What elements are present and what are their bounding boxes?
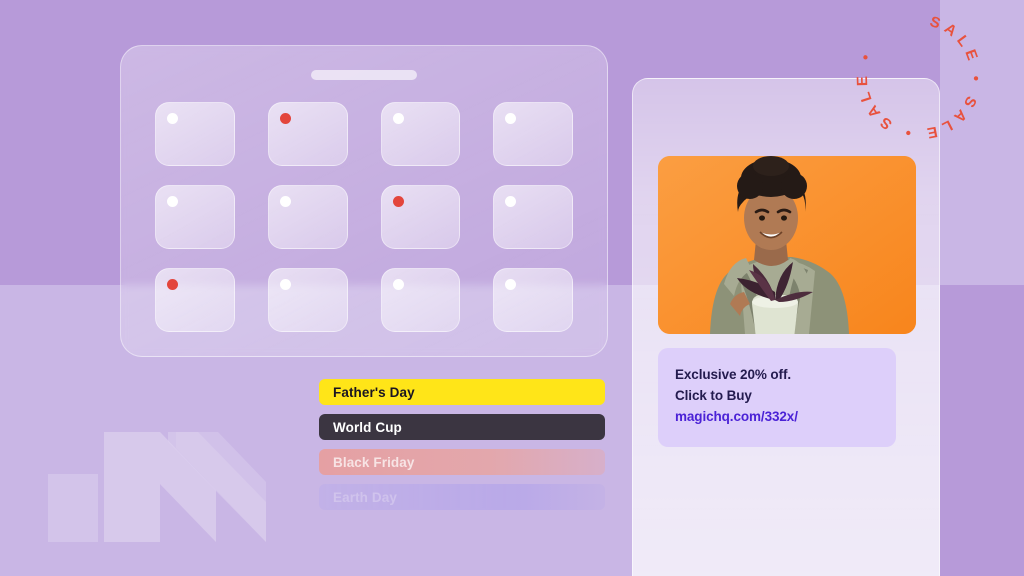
campaign-label: Father's Day [333,384,415,400]
status-dot-icon [279,279,291,290]
campaign-label: Black Friday [333,454,415,470]
template-card[interactable] [155,102,235,166]
template-card[interactable] [493,185,573,249]
status-dot-icon [392,113,404,124]
status-dot-icon [167,113,178,124]
status-dot-icon [505,196,517,207]
status-dot-icon [505,113,517,124]
campaign-row[interactable]: Earth Day [319,484,605,510]
background-light-right [940,0,1024,285]
campaign-list: Father's Day World Cup Black Friday Earth D… [319,379,605,519]
campaign-row[interactable]: World Cup [319,414,605,440]
template-card[interactable] [267,185,348,249]
status-dot-icon [167,196,178,207]
ad-preview-panel: Exclusive 20% off. Click to Buy magichq.… [632,78,940,576]
template-card-grid [155,102,573,332]
mockup-stage: Father's Day World Cup Black Friday Earth D… [0,0,1024,576]
template-grid-panel [120,45,608,357]
ad-headline-line1: Exclusive 20% off. [675,367,792,382]
brand-logo-watermark-icon [48,432,266,542]
template-card[interactable] [267,268,348,332]
template-card[interactable] [155,185,235,249]
template-card[interactable] [380,268,461,332]
ad-headline-line2: Click to Buy [675,388,752,403]
campaign-label: World Cup [333,419,402,435]
ad-copy-card: Exclusive 20% off. Click to Buy magichq.… [658,348,896,447]
alert-status-dot-icon [167,279,178,290]
alert-status-dot-icon [279,113,291,124]
template-card[interactable] [493,102,573,166]
status-dot-icon [392,279,404,290]
template-card[interactable] [493,268,573,332]
campaign-row[interactable]: Father's Day [319,379,605,405]
template-card[interactable] [380,102,461,166]
status-dot-icon [279,196,291,207]
alert-status-dot-icon [392,196,404,207]
ad-destination-link[interactable]: magichq.com/332x/ [675,406,896,427]
template-card[interactable] [267,102,348,166]
status-dot-icon [505,279,517,290]
panel-handle-bar [311,70,417,80]
campaign-row[interactable]: Black Friday [319,449,605,475]
template-card[interactable] [155,268,235,332]
ad-hero-image [658,156,916,334]
template-card[interactable] [380,185,461,249]
campaign-label: Earth Day [333,489,397,505]
